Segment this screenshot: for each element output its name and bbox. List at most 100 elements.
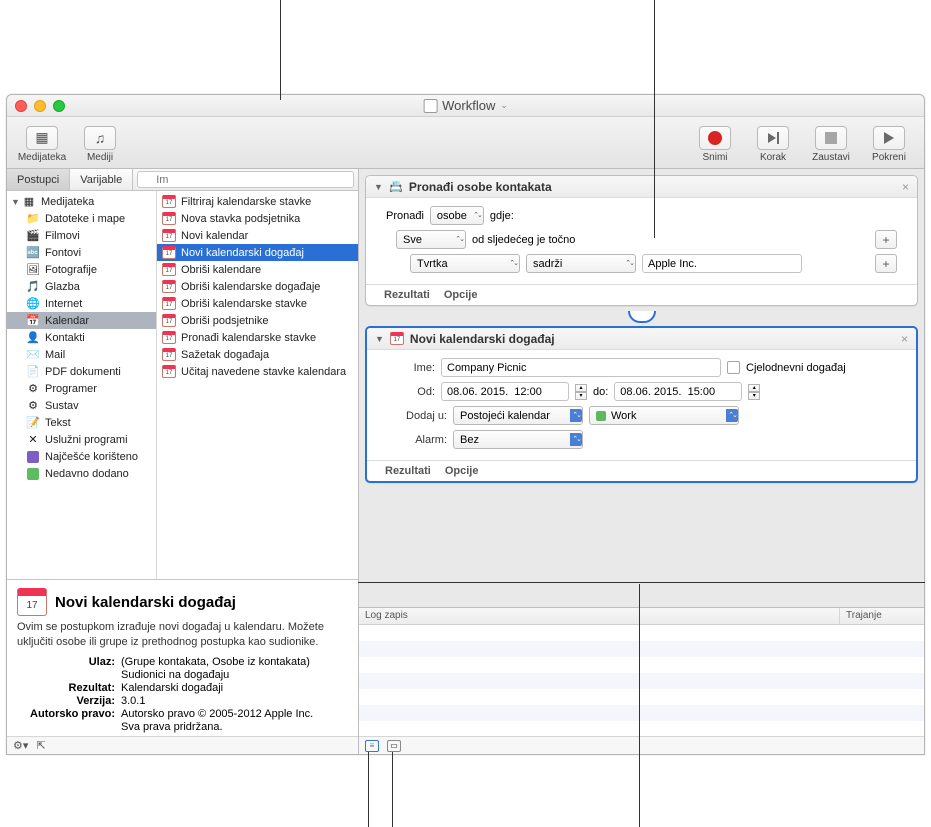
library-button[interactable]: ▦ Medijateka bbox=[15, 126, 69, 163]
zoom-window-button[interactable] bbox=[53, 100, 65, 112]
info-title: Novi kalendarski događaj bbox=[55, 594, 236, 611]
category-list[interactable]: ▼ ▦ Medijateka 📁Datoteke i mape🎬Filmovi🔤… bbox=[7, 191, 157, 579]
to-stepper[interactable]: ▴▾ bbox=[748, 384, 760, 400]
alarm-select[interactable]: Bez bbox=[453, 430, 583, 449]
action-item[interactable]: 17Obriši kalendarske stavke bbox=[157, 295, 358, 312]
category-item[interactable]: 🔤Fontovi bbox=[7, 244, 156, 261]
event-name-input[interactable] bbox=[441, 358, 721, 377]
window-title: Workflow ⌄ bbox=[423, 98, 508, 113]
gear-icon[interactable]: ⚙︎▾ bbox=[13, 739, 28, 752]
category-item[interactable]: 🖼Fotografije bbox=[7, 261, 156, 278]
action-item[interactable]: 17Sažetak događaja bbox=[157, 346, 358, 363]
library-icon: ▦ bbox=[26, 126, 58, 150]
category-item[interactable]: 📄PDF dokumenti bbox=[7, 363, 156, 380]
disclosure-icon[interactable]: ▼ bbox=[374, 182, 383, 192]
category-item[interactable]: ⚙Programer bbox=[7, 380, 156, 397]
calendar-icon: 17 bbox=[389, 332, 405, 346]
chevron-down-icon[interactable]: ⌄ bbox=[500, 100, 508, 111]
add-condition-button[interactable]: + bbox=[875, 230, 897, 249]
category-item[interactable]: ✉️Mail bbox=[7, 346, 156, 363]
category-item[interactable]: ⚙Sustav bbox=[7, 397, 156, 414]
expand-icon[interactable]: ⇱ bbox=[36, 739, 45, 752]
from-date-input[interactable] bbox=[441, 382, 569, 401]
stop-button[interactable]: Zaustavi bbox=[804, 126, 858, 163]
tab-varijable[interactable]: Varijable bbox=[70, 169, 133, 190]
category-icon: 🖼 bbox=[25, 263, 41, 277]
category-item[interactable]: 👤Kontakti bbox=[7, 329, 156, 346]
add-row-button[interactable]: + bbox=[875, 254, 897, 273]
calendar-color-swatch bbox=[596, 411, 606, 421]
category-item[interactable]: 🎵Glazba bbox=[7, 278, 156, 295]
action-item[interactable]: 17Obriši kalendarske događaje bbox=[157, 278, 358, 295]
smart-folder[interactable]: Nedavno dodano bbox=[7, 465, 156, 482]
category-item[interactable]: 📝Tekst bbox=[7, 414, 156, 431]
calendar-icon: 17 bbox=[161, 331, 177, 345]
step-button[interactable]: Korak bbox=[746, 126, 800, 163]
action-item[interactable]: 17Novi kalendarski događaj bbox=[157, 244, 358, 261]
find-select[interactable]: osobe bbox=[430, 206, 484, 225]
action-item[interactable]: 17Novi kalendar bbox=[157, 227, 358, 244]
calendar-icon: 17 bbox=[161, 246, 177, 260]
action-list[interactable]: 17Filtriraj kalendarske stavke17Nova sta… bbox=[157, 191, 358, 579]
tab-postupci[interactable]: Postupci bbox=[7, 169, 70, 190]
action-item[interactable]: 17Učitaj navedene stavke kalendara bbox=[157, 363, 358, 380]
duration-col-header[interactable]: Trajanje bbox=[840, 608, 924, 624]
addto-label: Dodaj u: bbox=[387, 410, 447, 422]
calendar-icon: 17 bbox=[161, 314, 177, 328]
field-select[interactable]: Tvrtka bbox=[410, 254, 520, 273]
calendar-icon: 17 bbox=[161, 297, 177, 311]
value-input[interactable] bbox=[642, 254, 802, 273]
close-icon[interactable]: × bbox=[901, 332, 908, 346]
category-icon: 📅 bbox=[25, 314, 41, 328]
search-input[interactable] bbox=[137, 171, 354, 188]
close-icon[interactable]: × bbox=[902, 180, 909, 194]
category-item[interactable]: 🌐Internet bbox=[7, 295, 156, 312]
category-item[interactable]: 📁Datoteke i mape bbox=[7, 210, 156, 227]
to-date-input[interactable] bbox=[614, 382, 742, 401]
workflow-area[interactable]: ▼ 📇 Pronađi osobe kontakata × Pronađi os… bbox=[359, 169, 924, 607]
results-tab[interactable]: Rezultati bbox=[384, 289, 430, 301]
action-item[interactable]: 17Filtriraj kalendarske stavke bbox=[157, 193, 358, 210]
close-window-button[interactable] bbox=[15, 100, 27, 112]
library-root[interactable]: ▼ ▦ Medijateka bbox=[7, 193, 156, 210]
category-icon: 👤 bbox=[25, 331, 41, 345]
contacts-icon: 📇 bbox=[388, 180, 404, 194]
category-item[interactable]: 🎬Filmovi bbox=[7, 227, 156, 244]
media-button[interactable]: ♫ Mediji bbox=[73, 126, 127, 163]
options-tab[interactable]: Opcije bbox=[445, 465, 479, 477]
action-find-contacts[interactable]: ▼ 📇 Pronađi osobe kontakata × Pronađi os… bbox=[365, 175, 918, 306]
minimize-window-button[interactable] bbox=[34, 100, 46, 112]
find-label: Pronađi bbox=[386, 210, 424, 222]
action-item[interactable]: 17Nova stavka podsjetnika bbox=[157, 210, 358, 227]
log-view-icon[interactable]: ≡ bbox=[365, 740, 379, 752]
category-item[interactable]: ✕Uslužni programi bbox=[7, 431, 156, 448]
record-button[interactable]: Snimi bbox=[688, 126, 742, 163]
smart-folder[interactable]: Najčešće korišteno bbox=[7, 448, 156, 465]
document-icon bbox=[423, 99, 437, 113]
category-item[interactable]: 📅Kalendar bbox=[7, 312, 156, 329]
log-col-header[interactable]: Log zapis bbox=[359, 608, 840, 624]
calendar-icon: 17 bbox=[161, 365, 177, 379]
log-alt-view-icon[interactable]: ▭ bbox=[387, 740, 401, 752]
options-tab[interactable]: Opcije bbox=[444, 289, 478, 301]
action-item[interactable]: 17Obriši kalendare bbox=[157, 261, 358, 278]
guide-line bbox=[654, 0, 655, 238]
calendar-select[interactable]: Work bbox=[589, 406, 739, 425]
run-button[interactable]: Pokreni bbox=[862, 126, 916, 163]
disclosure-icon[interactable]: ▼ bbox=[375, 334, 384, 344]
library-icon: ▦ bbox=[21, 195, 37, 209]
condition-all-select[interactable]: Sve bbox=[396, 230, 466, 249]
action-new-calendar-event[interactable]: ▼ 17 Novi kalendarski događaj × Ime: Cje… bbox=[365, 326, 918, 483]
info-description: Ovim se postupkom izrađuje novi događaj … bbox=[17, 620, 348, 650]
calendar-mode-select[interactable]: Postojeći kalendar bbox=[453, 406, 583, 425]
calendar-icon: 17 bbox=[161, 229, 177, 243]
operator-select[interactable]: sadrži bbox=[526, 254, 636, 273]
from-stepper[interactable]: ▴▾ bbox=[575, 384, 587, 400]
action-item[interactable]: 17Pronađi kalendarske stavke bbox=[157, 329, 358, 346]
action-item[interactable]: 17Obriši podsjetnike bbox=[157, 312, 358, 329]
allday-checkbox[interactable] bbox=[727, 361, 740, 374]
calendar-icon: 17 bbox=[161, 348, 177, 362]
calendar-icon: 17 bbox=[161, 280, 177, 294]
step-icon bbox=[768, 132, 779, 144]
results-tab[interactable]: Rezultati bbox=[385, 465, 431, 477]
